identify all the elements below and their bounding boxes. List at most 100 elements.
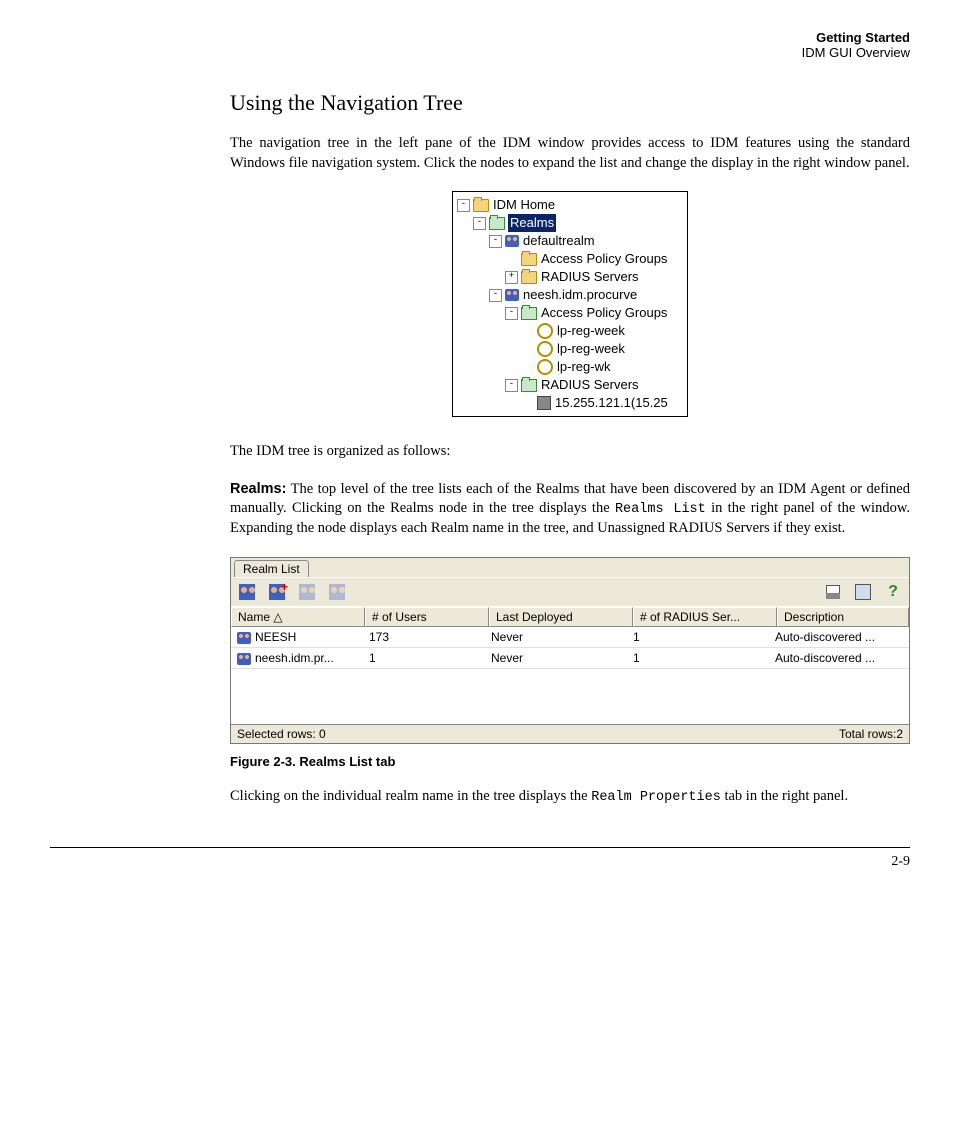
table-cell: Never <box>485 648 627 668</box>
closing-before: Clicking on the individual realm name in… <box>230 788 591 804</box>
table-cell: Auto-discovered ... <box>769 648 909 668</box>
folder-icon <box>521 253 537 266</box>
tab-row: Realm List <box>231 558 909 577</box>
status-selected: Selected rows: 0 <box>237 727 326 741</box>
organized-paragraph: The IDM tree is organized as follows: <box>230 442 910 462</box>
tree-item-label: lp-reg-week <box>556 322 626 340</box>
tree-item[interactable]: lp-reg-week <box>457 322 687 340</box>
expand-toggle-icon[interactable]: - <box>457 199 470 212</box>
table-cell: 1 <box>627 627 769 647</box>
realm-properties-term: Realm Properties <box>591 790 721 805</box>
table-cell: neesh.idm.pr... <box>231 648 363 668</box>
tree-item[interactable]: - neesh.idm.procurve <box>457 286 687 304</box>
help-icon[interactable] <box>883 582 903 602</box>
table-row[interactable]: NEESH 173 Never 1 Auto-discovered ... <box>231 627 909 648</box>
cell-text: Auto-discovered ... <box>775 630 875 644</box>
tree-item-label: 15.255.121.1(15.25 <box>554 394 669 412</box>
expand-toggle-icon[interactable]: - <box>505 307 518 320</box>
cell-text: 1 <box>369 651 376 665</box>
tree-item-label: RADIUS Servers <box>540 268 640 286</box>
table-cell: 1 <box>363 648 485 668</box>
expand-toggle-icon[interactable]: - <box>473 217 486 230</box>
gear-icon <box>537 341 553 357</box>
tree-item-label: Realms <box>508 214 556 232</box>
page: Getting Started IDM GUI Overview Using t… <box>0 0 954 1130</box>
status-total: Total rows:2 <box>839 727 903 741</box>
tree-item-label: Access Policy Groups <box>540 250 668 268</box>
folder-open-icon <box>521 307 537 320</box>
col-radius[interactable]: # of RADIUS Ser... <box>633 607 777 627</box>
people-icon <box>505 235 519 247</box>
content: Using the Navigation Tree The navigation… <box>230 90 910 807</box>
expand-toggle-icon[interactable]: - <box>489 289 502 302</box>
closing-after: tab in the right panel. <box>721 788 848 804</box>
realm-list-window: Realm List Name △ <box>230 557 910 744</box>
gear-icon <box>537 323 553 339</box>
header-subsection: IDM GUI Overview <box>50 45 910 60</box>
cell-text: Never <box>491 630 523 644</box>
users-icon[interactable] <box>237 582 257 602</box>
cell-text: 173 <box>369 630 389 644</box>
table-cell: NEESH <box>231 627 363 647</box>
table-cell: 1 <box>627 648 769 668</box>
realm-list-figure: Realm List Name △ <box>230 557 910 744</box>
status-bar: Selected rows: 0 Total rows:2 <box>231 724 909 743</box>
table-cell: Never <box>485 627 627 647</box>
nav-tree-figure: -IDM Home-Realms-defaultrealmAccess Poli… <box>230 191 910 417</box>
server-icon <box>537 396 551 410</box>
tree-item[interactable]: - RADIUS Servers <box>457 376 687 394</box>
display-icon[interactable] <box>853 582 873 602</box>
expand-toggle-icon[interactable]: - <box>505 379 518 392</box>
tree-item[interactable]: -defaultrealm <box>457 232 687 250</box>
section-title: Using the Navigation Tree <box>230 90 910 116</box>
add-user-icon[interactable] <box>267 582 287 602</box>
tree-item[interactable]: - Access Policy Groups <box>457 304 687 322</box>
tree-item-label: neesh.idm.procurve <box>522 286 638 304</box>
figure-caption: Figure 2-3. Realms List tab <box>230 754 910 769</box>
expand-toggle-icon[interactable]: + <box>505 271 518 284</box>
tree-item-label: RADIUS Servers <box>540 376 640 394</box>
folder-open-icon <box>521 379 537 392</box>
tree-item-label: lp-reg-week <box>556 340 626 358</box>
folder-icon <box>473 199 489 212</box>
realms-paragraph: Realms: The top level of the tree lists … <box>230 480 910 539</box>
tree-item[interactable]: - Realms <box>457 214 687 232</box>
toolbar <box>231 577 909 606</box>
grid-header: Name △ # of Users Last Deployed # of RAD… <box>231 606 909 627</box>
tree-item[interactable]: + RADIUS Servers <box>457 268 687 286</box>
closing-paragraph: Clicking on the individual realm name in… <box>230 787 910 807</box>
col-users[interactable]: # of Users <box>365 607 489 627</box>
table-cell: Auto-discovered ... <box>769 627 909 647</box>
realms-list-term: Realms List <box>615 502 706 517</box>
tree-item[interactable]: - IDM Home <box>457 196 687 214</box>
col-deployed[interactable]: Last Deployed <box>489 607 633 627</box>
col-name[interactable]: Name △ <box>231 607 365 627</box>
cell-text: neesh.idm.pr... <box>255 651 334 665</box>
header-section: Getting Started <box>50 30 910 45</box>
tab-realm-list[interactable]: Realm List <box>234 560 309 577</box>
users-disabled2-icon <box>327 582 347 602</box>
expand-toggle-icon[interactable]: - <box>489 235 502 248</box>
tree-item[interactable]: Access Policy Groups <box>457 250 687 268</box>
print-icon[interactable] <box>823 582 843 602</box>
people-icon <box>505 289 519 301</box>
folder-open-icon <box>489 217 505 230</box>
gear-icon <box>537 359 553 375</box>
tree-item-label: IDM Home <box>492 196 556 214</box>
table-row[interactable]: neesh.idm.pr... 1 Never 1 Auto-discovered ..… <box>231 648 909 669</box>
cell-text: Auto-discovered ... <box>775 651 875 665</box>
tree-item-label: Access Policy Groups <box>540 304 668 322</box>
realm-icon <box>237 632 251 644</box>
tree-item[interactable]: lp-reg-wk <box>457 358 687 376</box>
grid-body: NEESH173Never1Auto-discovered ...neesh.i… <box>231 627 909 669</box>
page-number: 2-9 <box>50 848 910 870</box>
table-cell: 173 <box>363 627 485 647</box>
tree-item[interactable]: 15.255.121.1(15.25 <box>457 394 687 412</box>
cell-text: 1 <box>633 651 640 665</box>
tree-item-label: lp-reg-wk <box>556 358 611 376</box>
col-description[interactable]: Description <box>777 607 909 627</box>
tree-item[interactable]: lp-reg-week <box>457 340 687 358</box>
cell-text: 1 <box>633 630 640 644</box>
users-disabled-icon <box>297 582 317 602</box>
folder-icon <box>521 271 537 284</box>
